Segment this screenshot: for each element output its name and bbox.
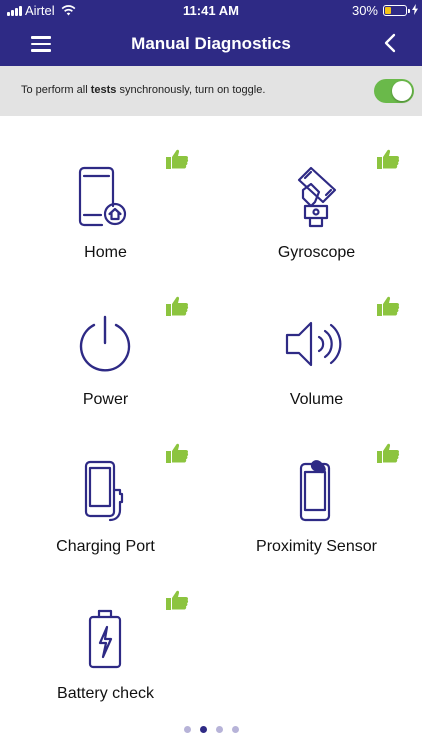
test-label: Proximity Sensor [256, 538, 377, 555]
thumbs-up-icon [166, 149, 189, 169]
test-tile-power[interactable]: Power [0, 273, 211, 420]
charging-bolt-icon [412, 4, 418, 15]
charging-phone-icon [84, 460, 124, 522]
thumbs-up-icon [377, 443, 400, 463]
toggle-knob [392, 81, 412, 101]
page-title: Manual Diagnostics [131, 34, 291, 53]
test-tile-volume[interactable]: Volume [211, 273, 422, 420]
test-tile-gyroscope[interactable]: Gyroscope [211, 126, 422, 273]
thumbs-up-icon [166, 443, 189, 463]
thumbs-up-icon [166, 296, 189, 316]
sync-toggle-banner: To perform all tests synchronously, turn… [0, 66, 422, 116]
battery-charge-icon [88, 609, 122, 669]
test-label: Home [84, 244, 127, 261]
page-dot-1[interactable] [183, 726, 191, 733]
test-label: Battery check [57, 685, 154, 702]
test-tile-home[interactable]: Home [0, 126, 211, 273]
test-tile-charging-port[interactable]: Charging Port [0, 420, 211, 567]
gyroscope-icon [297, 166, 337, 228]
power-icon [79, 315, 131, 372]
phone-home-icon [78, 166, 127, 227]
battery-icon [383, 5, 410, 16]
thumbs-up-icon [377, 296, 400, 316]
volume-icon [285, 321, 342, 367]
status-bar: Airtel 11:41 AM 30% [0, 0, 422, 22]
test-tile-battery-check[interactable]: Battery check [0, 567, 211, 714]
test-tile-proximity-sensor[interactable]: Proximity Sensor [211, 420, 422, 567]
sync-instruction-text: To perform all tests synchronously, turn… [21, 84, 266, 96]
battery-level-fill [385, 7, 391, 14]
battery-percent: 30% [351, 3, 378, 18]
proximity-sensor-icon [299, 460, 331, 522]
sync-tests-toggle[interactable] [374, 79, 414, 103]
thumbs-up-icon [377, 149, 400, 169]
test-label: Charging Port [56, 538, 155, 555]
page-dot-3[interactable] [215, 726, 223, 733]
page-indicator [0, 726, 422, 733]
app-header: Airtel 11:41 AM 30% Manual Diagnostics [0, 0, 422, 66]
page-dot-2[interactable] [199, 726, 207, 733]
thumbs-up-icon [166, 590, 189, 610]
back-button[interactable] [383, 33, 397, 53]
page-dot-4[interactable] [231, 726, 239, 733]
test-label: Power [82, 391, 129, 408]
test-label: Gyroscope [277, 244, 356, 261]
test-label: Volume [289, 391, 344, 408]
